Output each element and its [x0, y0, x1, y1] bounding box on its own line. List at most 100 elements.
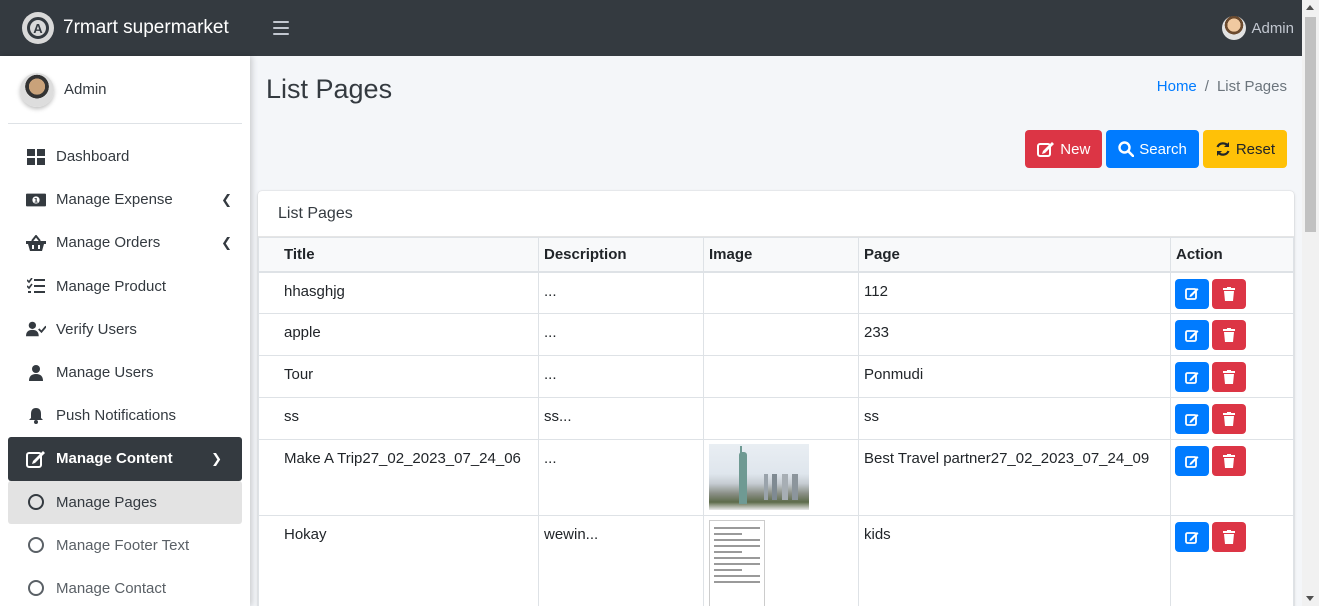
search-button[interactable]: Search	[1106, 130, 1199, 168]
table-row: Make A Trip27_02_2023_07_24_06 ... Best …	[258, 439, 1294, 516]
chevron-left-icon: ❮	[221, 234, 232, 250]
tasks-icon	[26, 277, 46, 295]
brand-bar[interactable]: A 7rmart supermarket	[0, 0, 250, 56]
sidebar-item-manage-contact[interactable]: Manage Contact	[8, 567, 242, 606]
sidebar-item-manage-footer-text[interactable]: Manage Footer Text	[8, 524, 242, 567]
avatar	[1222, 16, 1247, 40]
sidebar-user-panel[interactable]: Admin	[8, 56, 242, 124]
edit-button[interactable]	[1175, 320, 1209, 350]
sidebar-item-manage-pages[interactable]: Manage Pages	[8, 480, 242, 524]
column-header-action[interactable]: Action	[1170, 237, 1294, 273]
new-button[interactable]: New	[1025, 130, 1103, 168]
cell-image	[703, 515, 859, 606]
cell-title: hhasghjg	[258, 271, 539, 314]
cell-title: apple	[258, 313, 539, 356]
delete-button[interactable]	[1212, 522, 1246, 552]
card-title: List Pages	[258, 191, 1294, 237]
breadcrumb-home-link[interactable]: Home	[1157, 78, 1197, 95]
cell-actions	[1170, 355, 1294, 398]
sidebar-item-push-notifications[interactable]: Push Notifications	[8, 394, 242, 437]
cell-page: ss	[858, 397, 1171, 440]
delete-button[interactable]	[1212, 320, 1246, 350]
table-row: Hokay wewin... kids	[258, 515, 1294, 606]
table-row: ss ss... ss	[258, 397, 1294, 440]
cell-description: ...	[538, 439, 704, 516]
delete-button[interactable]	[1212, 278, 1246, 309]
column-header-image[interactable]: Image	[703, 237, 859, 273]
brand-logo-icon: A	[22, 12, 54, 44]
sidebar-item-label: Manage Orders	[56, 234, 161, 252]
circle-icon	[26, 536, 46, 554]
dashboard-icon	[26, 148, 46, 166]
column-header-page[interactable]: Page	[858, 237, 1171, 273]
page-title: List Pages	[266, 74, 393, 104]
scroll-up-arrow-icon[interactable]	[1306, 5, 1314, 10]
edit-button[interactable]	[1175, 362, 1209, 392]
avatar	[20, 72, 54, 107]
cell-page: Ponmudi	[858, 355, 1171, 398]
reset-button[interactable]: Reset	[1202, 130, 1287, 168]
top-navbar: Admin	[250, 0, 1302, 56]
edit-button[interactable]	[1175, 278, 1209, 309]
sidebar-item-manage-expense[interactable]: 1 Manage Expense ❮	[8, 178, 242, 221]
money-icon: 1	[26, 191, 46, 209]
list-pages-card: List Pages Title Description Image Page …	[258, 191, 1294, 606]
scrollbar-thumb[interactable]	[1305, 17, 1316, 232]
circle-icon	[26, 493, 46, 511]
delete-button[interactable]	[1212, 362, 1246, 392]
sidebar-item-manage-users[interactable]: Manage Users	[8, 351, 242, 394]
sidebar-item-manage-product[interactable]: Manage Product	[8, 265, 242, 308]
cell-description: ...	[538, 313, 704, 356]
sidebar-item-label: Manage Footer Text	[56, 536, 190, 554]
edit-button[interactable]	[1175, 522, 1209, 552]
cell-actions	[1170, 313, 1294, 356]
svg-text:1: 1	[34, 198, 38, 205]
sidebar-item-label: Dashboard	[56, 148, 130, 166]
column-header-title[interactable]: Title	[258, 237, 539, 273]
edit-icon	[1037, 141, 1055, 157]
search-button-label: Search	[1139, 140, 1187, 158]
delete-button[interactable]	[1212, 404, 1246, 434]
sidebar-item-label: Manage Content	[56, 450, 173, 468]
user-icon	[26, 364, 46, 382]
sidebar-item-label: Manage Product	[56, 277, 167, 295]
scroll-down-arrow-icon[interactable]	[1306, 596, 1314, 601]
chevron-left-icon: ❮	[221, 191, 232, 207]
cell-image	[703, 355, 859, 398]
sidebar-item-manage-content[interactable]: Manage Content ❯	[8, 437, 242, 481]
sidebar-item-label: Manage Contact	[56, 579, 167, 597]
travel-thumbnail-image	[709, 444, 809, 510]
edit-button[interactable]	[1175, 404, 1209, 434]
main-content: List Pages Home / List Pages New Search …	[250, 56, 1302, 606]
bell-icon	[26, 407, 46, 425]
breadcrumb-current: List Pages	[1216, 78, 1287, 95]
cell-description: wewin...	[538, 515, 704, 606]
sidebar-item-label: Manage Pages	[56, 493, 157, 511]
cell-image	[703, 397, 859, 440]
cell-actions	[1170, 515, 1294, 606]
basket-icon	[26, 234, 46, 252]
search-icon	[1118, 141, 1135, 157]
delete-button[interactable]	[1212, 446, 1246, 476]
cell-title: Tour	[258, 355, 539, 398]
cell-title: ss	[258, 397, 539, 440]
breadcrumb: Home / List Pages	[1157, 78, 1287, 95]
table-row: hhasghjg ... 112	[258, 271, 1294, 314]
column-header-description[interactable]: Description	[538, 237, 704, 273]
page-scrollbar[interactable]	[1302, 0, 1319, 606]
menu-toggle-icon[interactable]	[273, 21, 289, 35]
cell-title: Make A Trip27_02_2023_07_24_06	[258, 439, 539, 516]
sidebar-item-verify-users[interactable]: Verify Users	[8, 308, 242, 351]
top-user-menu[interactable]: Admin	[1222, 16, 1294, 40]
sidebar-item-dashboard[interactable]: Dashboard	[8, 135, 242, 178]
user-check-icon	[26, 320, 46, 338]
edit-icon	[26, 450, 46, 468]
cell-description: ss...	[538, 397, 704, 440]
cell-image	[703, 271, 859, 314]
sidebar-item-manage-orders[interactable]: Manage Orders ❮	[8, 221, 242, 264]
sidebar: Admin Dashboard 1 Manage Expense ❮ Manag…	[0, 56, 250, 606]
chevron-down-icon: ❯	[211, 450, 222, 466]
cell-page: 112	[858, 271, 1171, 314]
edit-button[interactable]	[1175, 446, 1209, 476]
sidebar-item-label: Push Notifications	[56, 407, 177, 425]
